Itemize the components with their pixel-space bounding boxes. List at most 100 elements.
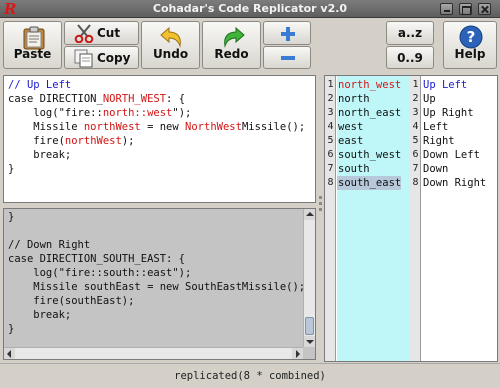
sort-numeric-label: 0..9 [397,51,423,65]
code-token: Missile [8,121,84,133]
code-token: break; [8,149,72,161]
line-number: 6 [412,149,419,160]
preview-code: } // Down Right case DIRECTION_SOUTH_EAS… [8,210,305,336]
list-a-item[interactable]: east [337,134,363,148]
minimize-button[interactable] [440,3,453,15]
list-b-item[interactable]: Left [422,120,448,134]
plus-icon [281,27,295,41]
sort-alpha-button[interactable]: a..z [386,21,434,45]
preview-vertical-scrollbar[interactable] [303,209,315,347]
list-b-item[interactable]: Up Left [422,78,467,92]
list-b-item[interactable]: Down [422,162,448,176]
redo-button[interactable]: Redo [202,21,261,69]
preview-line: // Down Right [8,239,91,251]
close-button[interactable] [478,3,491,15]
list-a-values[interactable]: north_west north north_east west east south_w… [337,76,410,361]
code-token: ); [121,135,135,147]
code-token: north::west [102,107,173,119]
line-number: 4 [327,121,334,132]
splitter-handle[interactable] [319,76,322,360]
line-number: 8 [327,177,334,188]
preview-line: } [8,211,15,223]
code-token: NORTH_WEST [102,93,167,105]
code-token: // Up Left [8,79,72,91]
scroll-up-arrow-icon[interactable] [304,209,315,220]
status-bar: replicated(8 * combined) [0,363,500,388]
line-number: 7 [412,163,419,174]
list-a-line-numbers: 1 2 3 4 5 6 7 8 [325,76,336,361]
list-b-item[interactable]: Up [422,92,436,106]
preview-line: log("fire::south::east"); [8,267,192,279]
code-token: "); [172,107,192,119]
svg-text:?: ? [467,28,476,46]
line-number: 5 [412,135,419,146]
copy-label: Copy [97,51,131,65]
title-bar[interactable]: R Cohadar's Code Replicator v2.0 [0,0,500,18]
cut-button[interactable]: Cut [64,21,139,45]
window-title: Cohadar's Code Replicator v2.0 [152,2,348,15]
line-number: 6 [327,149,334,160]
code-token: : { [166,93,186,105]
toolbar: Paste Cut Copy Undo Redo a..z 0..9 ? Hel… [0,18,500,72]
scroll-thumb[interactable] [305,317,314,335]
line-number: 2 [412,93,419,104]
list-b-values[interactable]: Up Left Up Up Right Left Right Down Left Down D… [422,76,497,361]
template-code[interactable]: // Up Left case DIRECTION_NORTH_WEST: { … [8,78,305,176]
line-number: 2 [327,93,334,104]
code-token: NorthWest [185,121,242,133]
code-token: Missile(); [241,121,306,133]
line-number: 7 [327,163,334,174]
list-a-item[interactable]: north_west [337,78,401,92]
list-a-item[interactable]: south [337,162,370,176]
redo-label: Redo [214,47,249,61]
list-b-item[interactable]: Down Left [422,148,480,162]
preview-horizontal-scrollbar[interactable] [4,347,303,359]
paste-button[interactable]: Paste [3,21,62,69]
redo-arrow-icon [224,26,245,48]
undo-arrow-icon [160,26,181,48]
line-number: 1 [327,79,334,90]
list-b-item[interactable]: Right [422,134,455,148]
copy-icon [74,49,93,68]
minus-icon [281,56,295,60]
template-editor[interactable]: // Up Left case DIRECTION_NORTH_WEST: { … [3,75,316,203]
code-token: case DIRECTION_ [8,93,103,105]
preview-line: Missile southEast = new SouthEastMissile… [8,281,306,293]
scroll-left-arrow-icon[interactable] [4,348,15,359]
copy-button[interactable]: Copy [64,46,139,69]
preview-line: } [8,323,15,335]
undo-button[interactable]: Undo [141,21,200,69]
preview-line: case DIRECTION_SOUTH_EAST: { [8,253,186,265]
sort-numeric-button[interactable]: 0..9 [386,46,434,69]
list-a-item[interactable]: west [337,120,363,134]
code-token: northWest [83,121,141,133]
code-token: fire( [8,135,65,147]
code-token: = new [140,121,186,133]
sort-alpha-label: a..z [397,26,423,40]
line-number: 5 [327,135,334,146]
help-label: Help [454,47,486,61]
list-a-item[interactable]: south_west [337,148,401,162]
paste-label: Paste [13,47,52,61]
help-button[interactable]: ? Help [443,21,497,69]
scroll-right-arrow-icon[interactable] [292,348,303,359]
preview-line: break; [8,309,72,321]
help-icon: ? [459,25,483,49]
remove-item-button[interactable] [263,46,311,69]
list-a-item[interactable]: north_east [337,106,401,120]
add-item-button[interactable] [263,21,311,45]
undo-label: Undo [152,47,189,61]
scroll-down-arrow-icon[interactable] [304,336,315,347]
maximize-button[interactable] [459,3,472,15]
cut-label: Cut [97,26,121,40]
list-a-item[interactable]: north [337,92,370,106]
code-token: log("fire:: [8,107,103,119]
code-token: } [8,163,15,175]
line-number: 3 [412,107,419,118]
list-b-item[interactable]: Down Right [422,176,486,190]
list-b-item[interactable]: Up Right [422,106,474,120]
scissors-icon [74,24,94,43]
output-preview[interactable]: } // Down Right case DIRECTION_SOUTH_EAS… [3,208,316,360]
replacement-lists: 1 2 3 4 5 6 7 8 north_west north north_east west ea… [324,75,498,362]
list-a-item[interactable]: south_east [337,176,402,190]
